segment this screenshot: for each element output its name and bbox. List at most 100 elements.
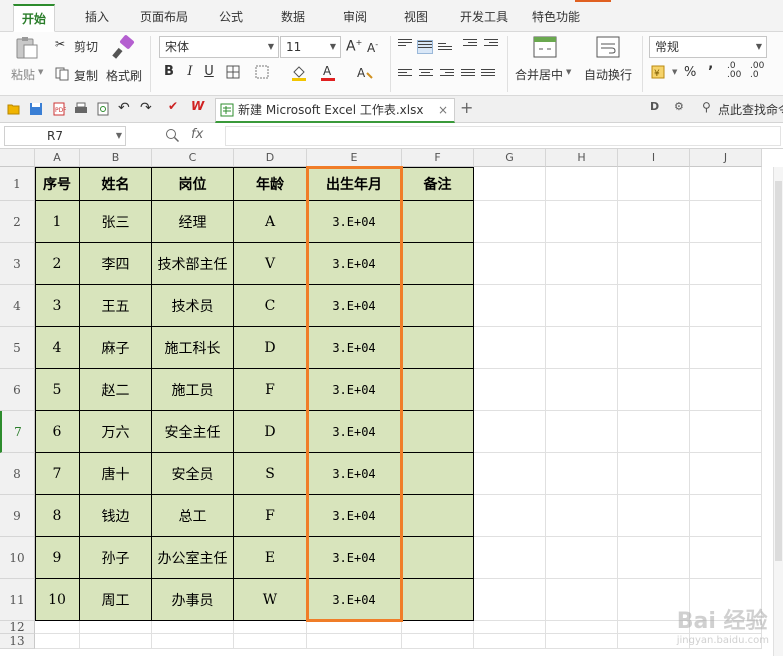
grid-cell[interactable] [546, 453, 618, 495]
table-cell[interactable]: A [234, 201, 307, 243]
column-header-e[interactable]: E [307, 149, 402, 167]
grid-cell[interactable] [546, 495, 618, 537]
table-cell[interactable] [402, 537, 474, 579]
print-icon[interactable] [74, 102, 88, 116]
insert-function-button[interactable]: fx [191, 127, 203, 142]
decrease-decimal-button[interactable]: .00 .0 [750, 62, 764, 80]
chevron-down-icon[interactable]: ▼ [672, 68, 677, 76]
table-cell[interactable] [402, 201, 474, 243]
table-cell[interactable] [402, 243, 474, 285]
grid-cell[interactable] [618, 495, 690, 537]
table-cell[interactable]: 4 [35, 327, 80, 369]
redo-icon[interactable]: ↷ [140, 100, 154, 116]
grid-cell[interactable] [474, 453, 546, 495]
table-cell[interactable]: F [234, 369, 307, 411]
paste-icon[interactable] [14, 36, 40, 60]
table-cell[interactable]: 经理 [152, 201, 234, 243]
table-cell[interactable]: 3.E+04 [307, 243, 402, 285]
formula-input[interactable] [225, 126, 781, 146]
column-header-g[interactable]: G [474, 149, 546, 167]
grid-cell[interactable] [80, 634, 152, 649]
grid-cell[interactable] [152, 621, 234, 634]
table-cell[interactable]: 3.E+04 [307, 201, 402, 243]
paste-dropdown-icon[interactable]: ▼ [38, 68, 43, 76]
grid-cell[interactable] [690, 411, 762, 453]
grid-cell[interactable] [618, 411, 690, 453]
table-cell[interactable]: 3.E+04 [307, 369, 402, 411]
cut-button[interactable]: 剪切 [74, 38, 98, 55]
table-cell[interactable]: 麻子 [80, 327, 152, 369]
table-cell[interactable]: 1 [35, 201, 80, 243]
folder-open-icon[interactable] [7, 102, 21, 116]
table-cell[interactable]: 7 [35, 453, 80, 495]
format-painter-icon[interactable] [111, 35, 137, 61]
currency-icon[interactable]: ¥ [651, 65, 669, 81]
column-header-h[interactable]: H [546, 149, 618, 167]
tab-formulas[interactable]: 公式 [211, 6, 251, 28]
table-header-cell[interactable]: 年龄 [234, 167, 307, 201]
grid-cell[interactable] [690, 243, 762, 285]
table-cell[interactable] [402, 285, 474, 327]
row-header-10[interactable]: 10 [0, 537, 35, 579]
grid-cell[interactable] [402, 634, 474, 649]
row-header-1[interactable]: 1 [0, 167, 35, 201]
table-cell[interactable]: 3.E+04 [307, 495, 402, 537]
grid-cell[interactable] [546, 621, 618, 634]
grid-cell[interactable] [618, 537, 690, 579]
row-header-4[interactable]: 4 [0, 285, 35, 327]
column-header-f[interactable]: F [402, 149, 474, 167]
grid-cell[interactable] [690, 369, 762, 411]
grid-cell[interactable] [402, 621, 474, 634]
grid-cell[interactable] [690, 167, 762, 201]
grid-cell[interactable] [690, 285, 762, 327]
row-header-12[interactable]: 12 [0, 621, 35, 634]
grid-cell[interactable] [474, 243, 546, 285]
align-center-icon[interactable] [419, 69, 433, 81]
table-cell[interactable]: 6 [35, 411, 80, 453]
grid-cell[interactable] [474, 621, 546, 634]
row-header-9[interactable]: 9 [0, 495, 35, 537]
table-cell[interactable]: 技术部主任 [152, 243, 234, 285]
grid-cell[interactable] [546, 411, 618, 453]
table-cell[interactable] [402, 411, 474, 453]
align-middle-icon[interactable] [417, 40, 433, 54]
table-cell[interactable]: 钱边 [80, 495, 152, 537]
column-header-b[interactable]: B [80, 149, 152, 167]
align-top-icon[interactable] [398, 39, 412, 51]
copy-button[interactable]: 复制 [74, 67, 98, 84]
select-all-corner[interactable] [0, 149, 35, 167]
font-name-select[interactable]: 宋体 ▼ [159, 36, 279, 58]
wrap-text-icon[interactable] [596, 35, 620, 59]
search-icon[interactable]: ⚲ [702, 100, 716, 114]
table-cell[interactable]: 办公室主任 [152, 537, 234, 579]
grid-cell[interactable] [546, 634, 618, 649]
grid-cell[interactable] [546, 167, 618, 201]
increase-decimal-button[interactable]: .0 .00 [727, 62, 741, 80]
tab-insert[interactable]: 插入 [77, 6, 117, 28]
save-icon[interactable] [29, 102, 43, 116]
table-cell[interactable]: 安全员 [152, 453, 234, 495]
table-cell[interactable]: 3.E+04 [307, 285, 402, 327]
table-cell[interactable]: S [234, 453, 307, 495]
table-cell[interactable]: 10 [35, 579, 80, 621]
column-header-j[interactable]: J [690, 149, 762, 167]
distributed-align-icon[interactable] [481, 69, 495, 81]
export-pdf-icon[interactable]: PDF [52, 102, 66, 116]
column-header-c[interactable]: C [152, 149, 234, 167]
grid-cell[interactable] [618, 369, 690, 411]
row-header-5[interactable]: 5 [0, 327, 35, 369]
cell-style-icon[interactable] [255, 65, 271, 79]
table-cell[interactable]: 施工科长 [152, 327, 234, 369]
table-header-cell[interactable]: 序号 [35, 167, 80, 201]
tab-view[interactable]: 视图 [396, 6, 436, 28]
tab-home[interactable]: 开始 [13, 4, 56, 32]
table-cell[interactable]: 3.E+04 [307, 411, 402, 453]
table-cell[interactable] [402, 369, 474, 411]
grid-cell[interactable] [546, 369, 618, 411]
grid-cell[interactable] [234, 621, 307, 634]
grid-cell[interactable] [35, 634, 80, 649]
wps-logo-icon[interactable]: W [191, 99, 211, 113]
tab-data[interactable]: 数据 [273, 6, 313, 28]
chevron-down-icon[interactable]: ▼ [566, 68, 571, 76]
grid-cell[interactable] [474, 327, 546, 369]
